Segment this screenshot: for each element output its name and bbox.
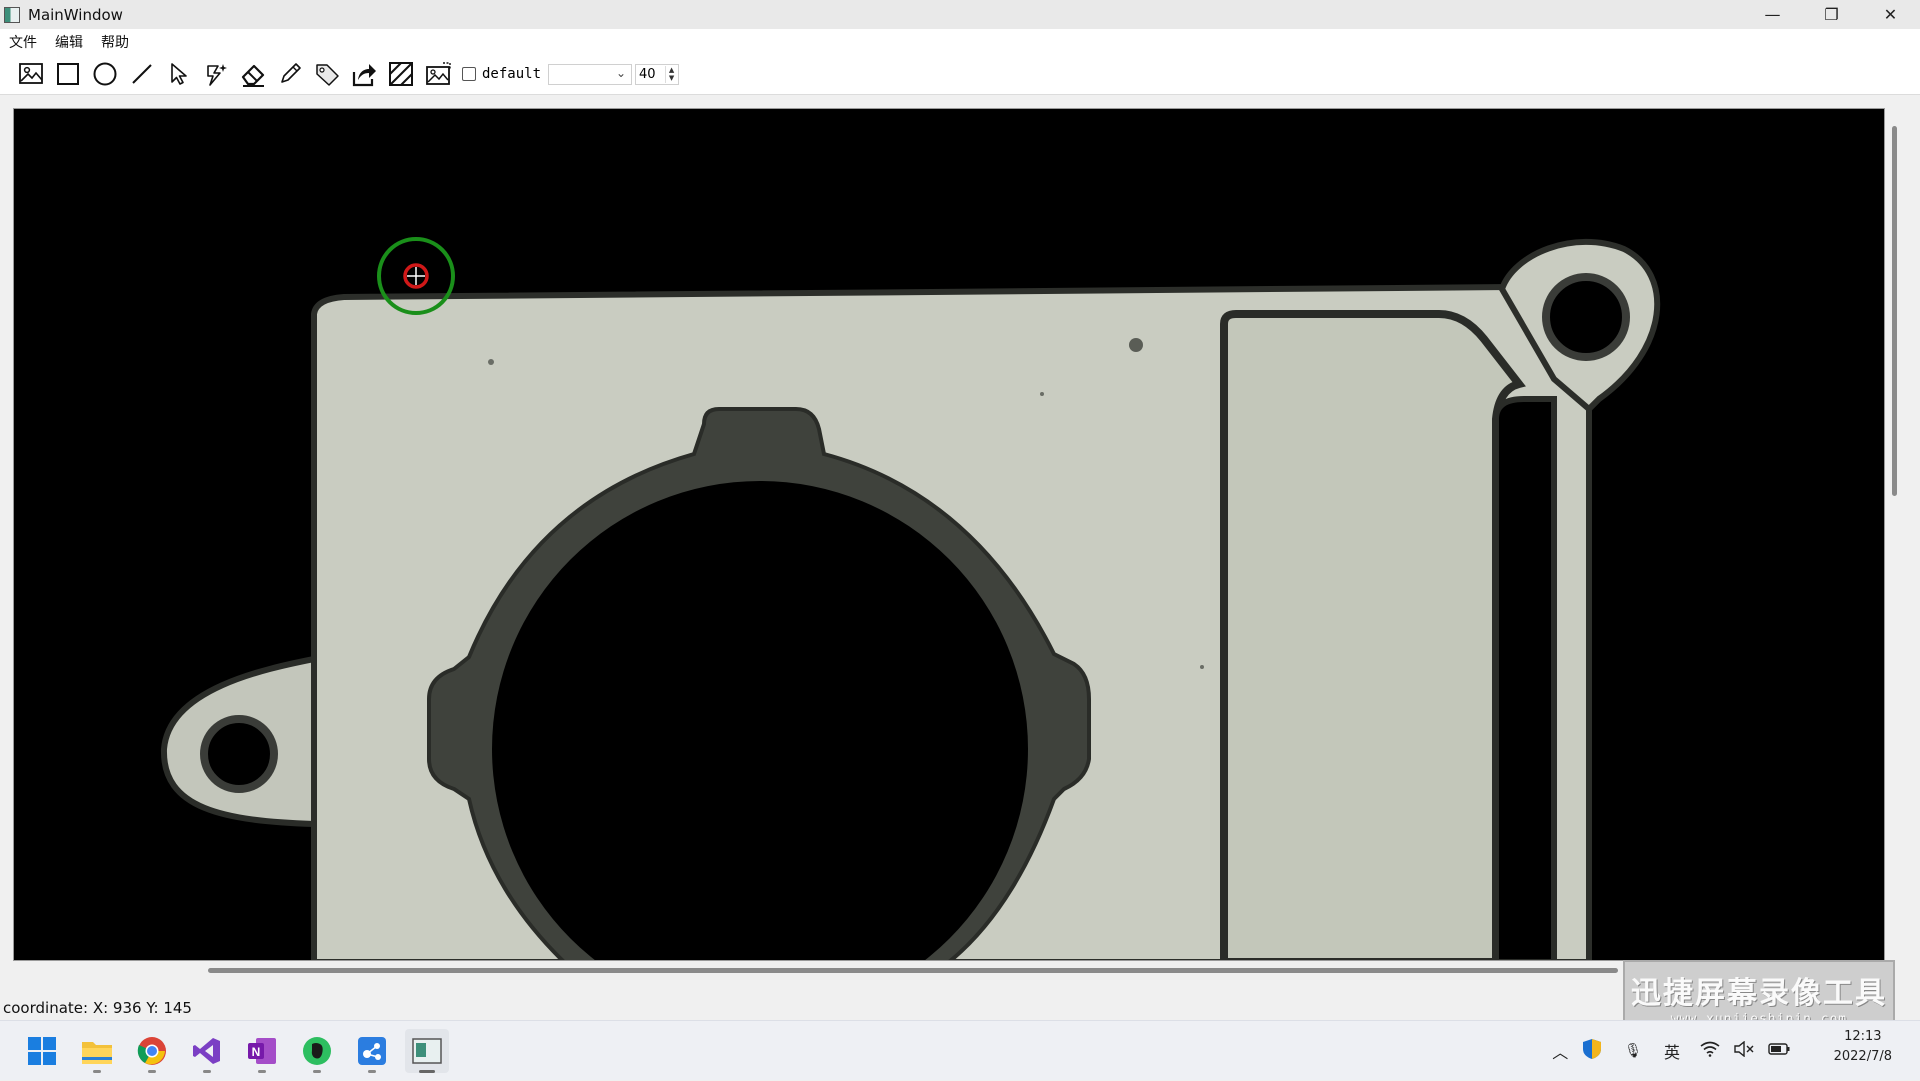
screenshot-icon[interactable] bbox=[419, 56, 456, 93]
menu-bar: 文件 编辑 帮助 bbox=[0, 29, 1920, 54]
mask-icon[interactable] bbox=[382, 56, 419, 93]
microphone-icon[interactable]: 🎙 bbox=[1624, 1043, 1642, 1059]
export-icon[interactable] bbox=[345, 56, 382, 93]
onenote-icon[interactable]: N bbox=[240, 1029, 284, 1073]
select-value bbox=[549, 69, 552, 83]
menu-file[interactable]: 文件 bbox=[0, 32, 46, 52]
spin-arrows[interactable]: ▲ ▼ bbox=[665, 65, 677, 83]
restore-button[interactable]: ❐ bbox=[1802, 0, 1861, 29]
image-icon[interactable] bbox=[12, 56, 49, 93]
eraser-icon[interactable] bbox=[234, 56, 271, 93]
window-controls: — ❐ ✕ bbox=[1743, 0, 1920, 29]
running-indicator bbox=[419, 1070, 435, 1073]
inspection-image bbox=[14, 109, 1884, 960]
running-indicator bbox=[368, 1070, 376, 1073]
clock[interactable]: 12:13 2022/7/8 bbox=[1834, 1027, 1892, 1067]
horizontal-scrollbar[interactable] bbox=[13, 961, 1885, 979]
security-shield-icon[interactable] bbox=[1582, 1038, 1602, 1064]
rectangle-icon[interactable] bbox=[49, 56, 86, 93]
tag-icon[interactable] bbox=[308, 56, 345, 93]
ime-indicator[interactable]: 英 bbox=[1664, 1039, 1680, 1063]
running-indicator bbox=[203, 1070, 211, 1073]
chevron-up-icon[interactable]: ︿ bbox=[1552, 1039, 1568, 1063]
chrome-icon[interactable] bbox=[130, 1029, 174, 1073]
wifi-icon[interactable] bbox=[1700, 1041, 1720, 1061]
pointer-icon[interactable] bbox=[160, 56, 197, 93]
battery-icon[interactable] bbox=[1768, 1043, 1790, 1059]
minimize-button[interactable]: — bbox=[1743, 0, 1802, 29]
taskbar: N ︿ 🎙 英 12:13 2022/7/8 bbox=[0, 1020, 1920, 1080]
menu-help[interactable]: 帮助 bbox=[92, 32, 138, 52]
line-icon[interactable] bbox=[123, 56, 160, 93]
checkbox-label: default bbox=[482, 66, 542, 82]
horizontal-scroll-thumb[interactable] bbox=[208, 968, 1618, 973]
title-bar: MainWindow — ❐ ✕ bbox=[0, 0, 1920, 29]
image-canvas[interactable] bbox=[13, 108, 1885, 961]
visual-studio-icon[interactable] bbox=[185, 1029, 229, 1073]
watermark-title: 迅捷屏幕录像工具 bbox=[1631, 976, 1887, 1011]
label-select[interactable]: ⌄ bbox=[548, 63, 633, 85]
size-spinbox[interactable]: 40 ▲ ▼ bbox=[635, 63, 680, 85]
menu-edit[interactable]: 编辑 bbox=[46, 32, 92, 52]
speaker-muted-icon[interactable] bbox=[1734, 1040, 1754, 1061]
circle-icon[interactable] bbox=[86, 56, 123, 93]
chevron-down-icon: ⌄ bbox=[615, 65, 627, 80]
running-indicator bbox=[258, 1070, 266, 1073]
vertical-scroll-thumb[interactable] bbox=[1892, 126, 1897, 496]
windows-start-icon[interactable] bbox=[20, 1029, 64, 1073]
magic-wand-icon[interactable] bbox=[197, 56, 234, 93]
svg-text:N: N bbox=[252, 1045, 261, 1059]
spin-value: 40 bbox=[639, 66, 656, 82]
toolbar: default ⌄ 40 ▲ ▼ bbox=[0, 54, 1920, 95]
running-indicator bbox=[313, 1070, 321, 1073]
app-icon bbox=[4, 6, 20, 23]
vertical-scrollbar[interactable] bbox=[1885, 108, 1903, 961]
close-button[interactable]: ✕ bbox=[1861, 0, 1920, 29]
default-checkbox[interactable]: default bbox=[462, 66, 541, 82]
app-blue-icon[interactable] bbox=[350, 1029, 394, 1073]
pencil-icon[interactable] bbox=[271, 56, 308, 93]
checkbox-box[interactable] bbox=[462, 67, 476, 81]
running-indicator bbox=[148, 1070, 156, 1073]
coordinate-readout: coordinate: X: 936 Y: 145 bbox=[3, 998, 192, 1017]
file-explorer-icon[interactable] bbox=[75, 1029, 119, 1073]
clock-time: 12:13 bbox=[1844, 1029, 1882, 1044]
clock-date: 2022/7/8 bbox=[1833, 1049, 1892, 1064]
window-title: MainWindow bbox=[28, 5, 123, 24]
part-body bbox=[311, 238, 1661, 960]
running-indicator bbox=[93, 1070, 101, 1073]
evernote-icon[interactable] bbox=[295, 1029, 339, 1073]
mainwindow-app-icon[interactable] bbox=[405, 1029, 449, 1073]
